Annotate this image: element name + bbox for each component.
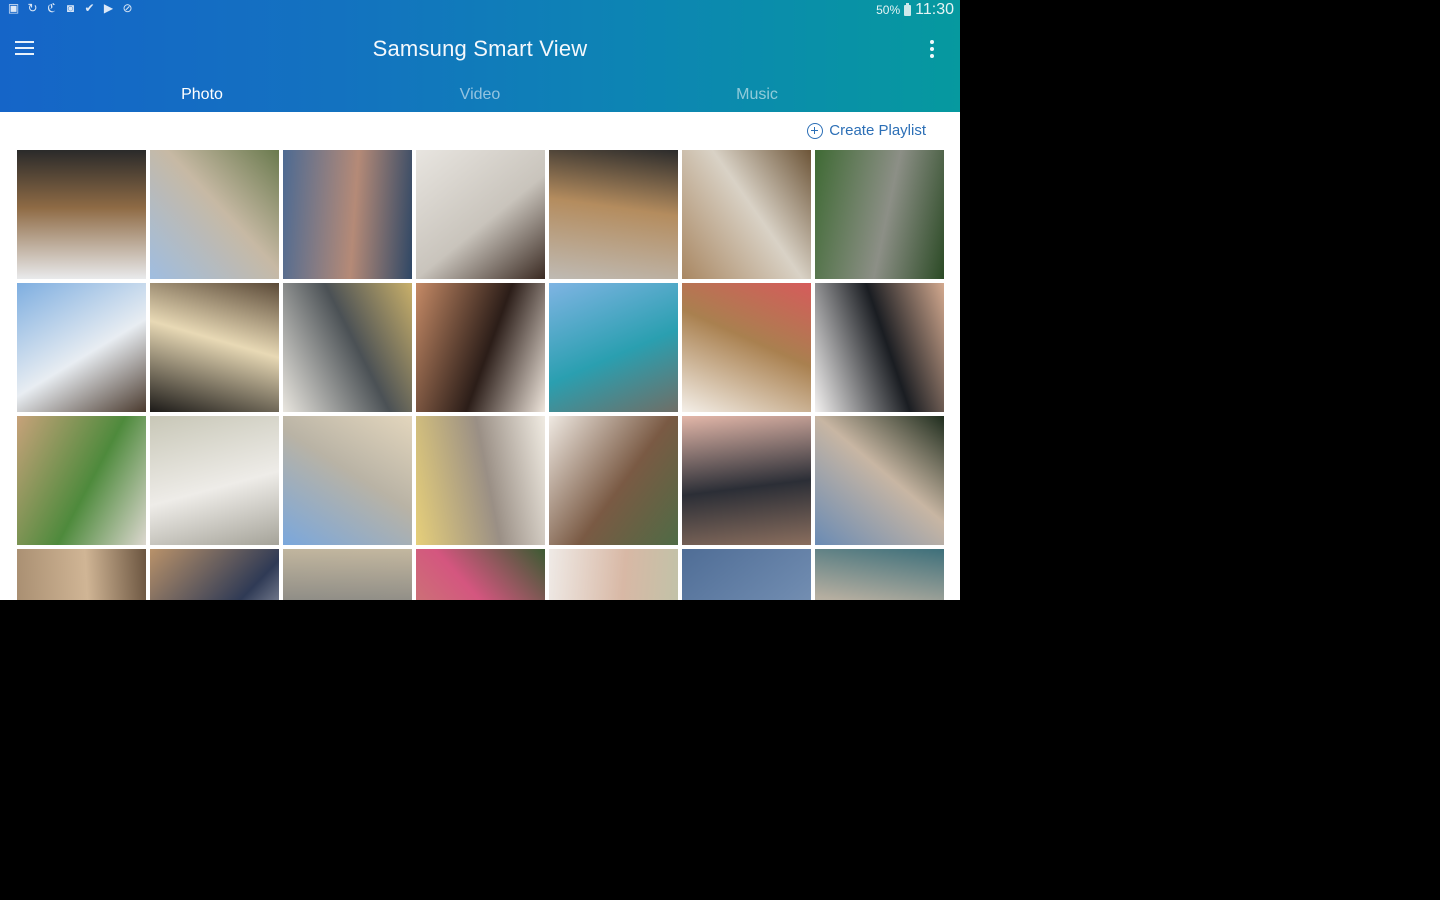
photo-thumbnail[interactable] [682, 283, 811, 412]
photo-thumbnail[interactable] [549, 150, 678, 279]
photo-thumbnail[interactable] [815, 416, 944, 545]
notification-icons: ▣ ↻ ℭ ◙ ✔ ▶ ⊘ [7, 2, 134, 15]
app-screen: ▣ ↻ ℭ ◙ ✔ ▶ ⊘ 50% 11:30 Samsung Smart View Pho… [0, 0, 960, 600]
video-upload-icon: ▶ [103, 1, 114, 15]
clock: 11:30 [915, 1, 954, 18]
photo-content: Create Playlist [0, 112, 960, 600]
photo-thumbnail[interactable] [283, 283, 412, 412]
photo-thumbnail[interactable] [416, 416, 545, 545]
photo-thumbnail[interactable] [150, 283, 279, 412]
add-circle-icon [807, 122, 824, 139]
photo-thumbnail[interactable] [150, 150, 279, 279]
photo-thumbnail[interactable] [283, 416, 412, 545]
photo-thumbnail[interactable] [150, 416, 279, 545]
photo-thumbnail[interactable] [682, 150, 811, 279]
tab-photo[interactable]: Photo [181, 86, 223, 104]
photo-thumbnail[interactable] [815, 549, 944, 600]
photo-grid [17, 150, 944, 600]
photo-thumbnail[interactable] [682, 416, 811, 545]
photo-thumbnail[interactable] [815, 283, 944, 412]
messenger-icon: ◙ [66, 1, 75, 15]
app-title: Samsung Smart View [372, 36, 588, 61]
photo-thumbnail[interactable] [150, 549, 279, 600]
status-bar: ▣ ↻ ℭ ◙ ✔ ▶ ⊘ 50% 11:30 [0, 0, 960, 20]
app-bar: ▣ ↻ ℭ ◙ ✔ ▶ ⊘ 50% 11:30 Samsung Smart View Pho… [0, 0, 960, 112]
sync-icon: ↻ [27, 1, 38, 15]
photo-thumbnail[interactable] [549, 283, 678, 412]
photo-thumbnail[interactable] [17, 283, 146, 412]
photo-thumbnail[interactable] [17, 416, 146, 545]
battery-percent: 50% [876, 3, 901, 17]
clipboard-check-icon: ✔ [84, 1, 95, 15]
tab-music[interactable]: Music [736, 86, 778, 104]
photo-thumbnail[interactable] [283, 150, 412, 279]
photo-thumbnail[interactable] [17, 150, 146, 279]
news-icon: ℭ [47, 1, 56, 15]
photo-thumbnail[interactable] [416, 283, 545, 412]
photo-thumbnail[interactable] [682, 549, 811, 600]
create-playlist-label: Create Playlist [829, 122, 926, 139]
photo-thumbnail[interactable] [815, 150, 944, 279]
photo-thumbnail[interactable] [17, 549, 146, 600]
photo-thumbnail[interactable] [283, 549, 412, 600]
gallery-icon: ▣ [7, 1, 20, 15]
battery-icon [904, 2, 912, 16]
photo-thumbnail[interactable] [549, 416, 678, 545]
compass-icon: ⊘ [122, 1, 133, 15]
create-playlist-button[interactable]: Create Playlist [807, 122, 926, 139]
status-right: 50% 11:30 [876, 0, 954, 20]
photo-thumbnail[interactable] [416, 549, 545, 600]
photo-thumbnail[interactable] [416, 150, 545, 279]
photo-thumbnail[interactable] [549, 549, 678, 600]
tab-video[interactable]: Video [460, 86, 501, 104]
media-tabs: Photo Video Music [0, 80, 960, 112]
more-vertical-icon[interactable] [926, 38, 938, 60]
